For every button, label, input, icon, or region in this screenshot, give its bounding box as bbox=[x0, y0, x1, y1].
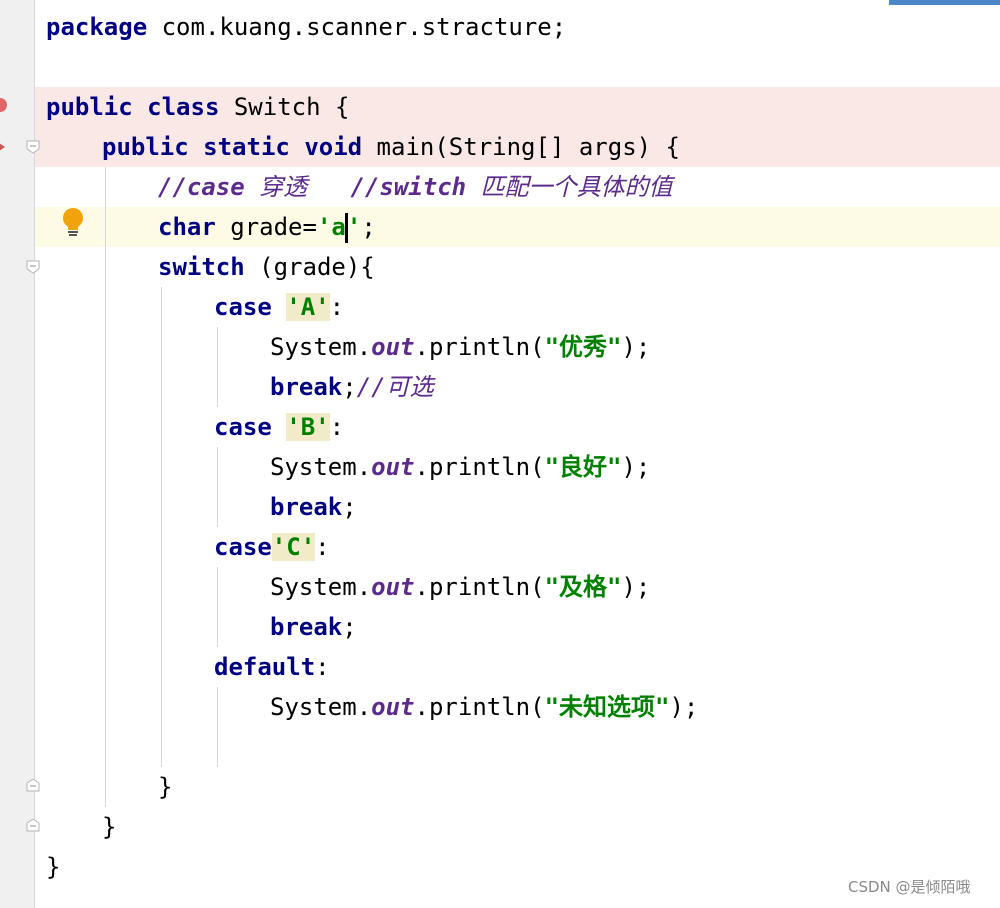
code-line-6[interactable]: char grade='a'; bbox=[158, 207, 376, 247]
code-text: System. bbox=[270, 333, 372, 361]
keyword: break bbox=[270, 613, 343, 641]
static-field: out bbox=[371, 453, 415, 481]
code-text: .println( bbox=[414, 573, 545, 601]
code-line-18[interactable]: System.out.println("未知选项"); bbox=[270, 687, 698, 727]
run-arrow-icon[interactable] bbox=[0, 141, 5, 153]
comment: 穿透 bbox=[244, 173, 351, 201]
fold-icon[interactable] bbox=[26, 778, 40, 792]
editor-gutter[interactable] bbox=[0, 0, 35, 908]
code-line-4[interactable]: public static void main(String[] args) { bbox=[102, 127, 680, 167]
static-field: out bbox=[371, 333, 415, 361]
keyword: char bbox=[158, 213, 216, 241]
code-text: ); bbox=[669, 693, 699, 721]
code-text: (grade){ bbox=[244, 253, 375, 281]
code-line-21[interactable]: } bbox=[102, 807, 116, 847]
code-text: : bbox=[315, 653, 330, 681]
code-line-3[interactable]: public class Switch { bbox=[46, 87, 349, 127]
keyword: case bbox=[214, 293, 272, 321]
comment: //switch bbox=[350, 173, 467, 201]
code-line-7[interactable]: switch (grade){ bbox=[158, 247, 375, 287]
code-text: com.kuang.scanner.stracture; bbox=[147, 13, 567, 41]
indent-guide bbox=[217, 567, 218, 647]
keyword: break bbox=[270, 373, 343, 401]
keyword: void bbox=[304, 133, 363, 161]
keyword: static bbox=[203, 133, 290, 161]
code-line-22[interactable]: } bbox=[46, 847, 60, 887]
keyword: class bbox=[147, 93, 220, 121]
static-field: out bbox=[371, 693, 415, 721]
indent-guide bbox=[217, 447, 218, 527]
char-literal: 'C' bbox=[271, 533, 316, 561]
code-text: System. bbox=[270, 693, 372, 721]
code-text: ; bbox=[342, 613, 357, 641]
keyword: public bbox=[46, 93, 133, 121]
code-line-20[interactable]: } bbox=[158, 767, 172, 807]
fold-icon[interactable] bbox=[26, 140, 40, 154]
code-line-13[interactable]: break; bbox=[270, 487, 357, 527]
code-text: ); bbox=[621, 333, 651, 361]
code-text: grade= bbox=[215, 213, 317, 241]
indent-guide bbox=[217, 687, 218, 767]
char-literal: 'B' bbox=[286, 413, 330, 441]
indent-guide bbox=[105, 167, 106, 807]
code-text: ; bbox=[361, 213, 376, 241]
code-text: System. bbox=[270, 453, 372, 481]
keyword: public bbox=[102, 133, 189, 161]
code-line-12[interactable]: System.out.println("良好"); bbox=[270, 447, 650, 487]
code-line-9[interactable]: System.out.println("优秀"); bbox=[270, 327, 650, 367]
code-text: : bbox=[329, 413, 345, 441]
code-text: .println( bbox=[414, 693, 545, 721]
comment: 匹配一个具体的值 bbox=[466, 173, 673, 201]
keyword: case bbox=[214, 413, 272, 441]
code-text: Switch { bbox=[219, 93, 350, 121]
keyword: switch bbox=[158, 253, 245, 281]
char-literal: ' bbox=[346, 213, 362, 241]
code-line-5[interactable]: //case 穿透 //switch 匹配一个具体的值 bbox=[158, 167, 673, 207]
scroll-marker bbox=[889, 0, 1000, 5]
string-literal: "未知选项" bbox=[544, 693, 670, 721]
lightbulb-icon[interactable] bbox=[60, 207, 86, 239]
indent-guide bbox=[161, 287, 162, 767]
string-literal: "优秀" bbox=[544, 333, 622, 361]
code-text: .println( bbox=[414, 453, 545, 481]
fold-icon[interactable] bbox=[26, 818, 40, 832]
keyword: default bbox=[214, 653, 316, 681]
keyword: case bbox=[214, 533, 272, 561]
code-text: .println( bbox=[414, 333, 545, 361]
comment: //可选 bbox=[356, 373, 434, 401]
static-field: out bbox=[371, 573, 415, 601]
code-text: ); bbox=[621, 573, 651, 601]
keyword: package bbox=[46, 13, 148, 41]
code-text: System. bbox=[270, 573, 372, 601]
code-text: : bbox=[329, 293, 345, 321]
code-line-1[interactable]: package com.kuang.scanner.stracture; bbox=[46, 7, 566, 47]
keyword: break bbox=[270, 493, 343, 521]
code-line-14[interactable]: case'C': bbox=[214, 527, 330, 567]
char-literal: 'A' bbox=[286, 293, 330, 321]
code-text: main(String[] args) { bbox=[362, 133, 680, 161]
code-text: ; bbox=[342, 493, 357, 521]
watermark: CSDN @是倾陌哦 bbox=[848, 878, 971, 896]
code-text: ; bbox=[342, 373, 357, 401]
string-literal: "良好" bbox=[544, 453, 622, 481]
code-line-15[interactable]: System.out.println("及格"); bbox=[270, 567, 650, 607]
closing-brace: } bbox=[102, 813, 117, 841]
string-literal: "及格" bbox=[544, 573, 622, 601]
char-literal: ' bbox=[316, 213, 332, 241]
code-line-17[interactable]: default: bbox=[214, 647, 330, 687]
code-line-11[interactable]: case 'B': bbox=[214, 407, 344, 447]
indent-guide bbox=[217, 327, 218, 407]
code-text: ); bbox=[621, 453, 651, 481]
char-literal: a bbox=[331, 213, 346, 241]
fold-icon[interactable] bbox=[26, 260, 40, 274]
comment: //case bbox=[158, 173, 245, 201]
code-line-16[interactable]: break; bbox=[270, 607, 357, 647]
code-text: : bbox=[315, 533, 330, 561]
code-line-8[interactable]: case 'A': bbox=[214, 287, 344, 327]
closing-brace: } bbox=[158, 773, 173, 801]
closing-brace: } bbox=[46, 853, 61, 881]
code-line-10[interactable]: break;//可选 bbox=[270, 367, 434, 407]
